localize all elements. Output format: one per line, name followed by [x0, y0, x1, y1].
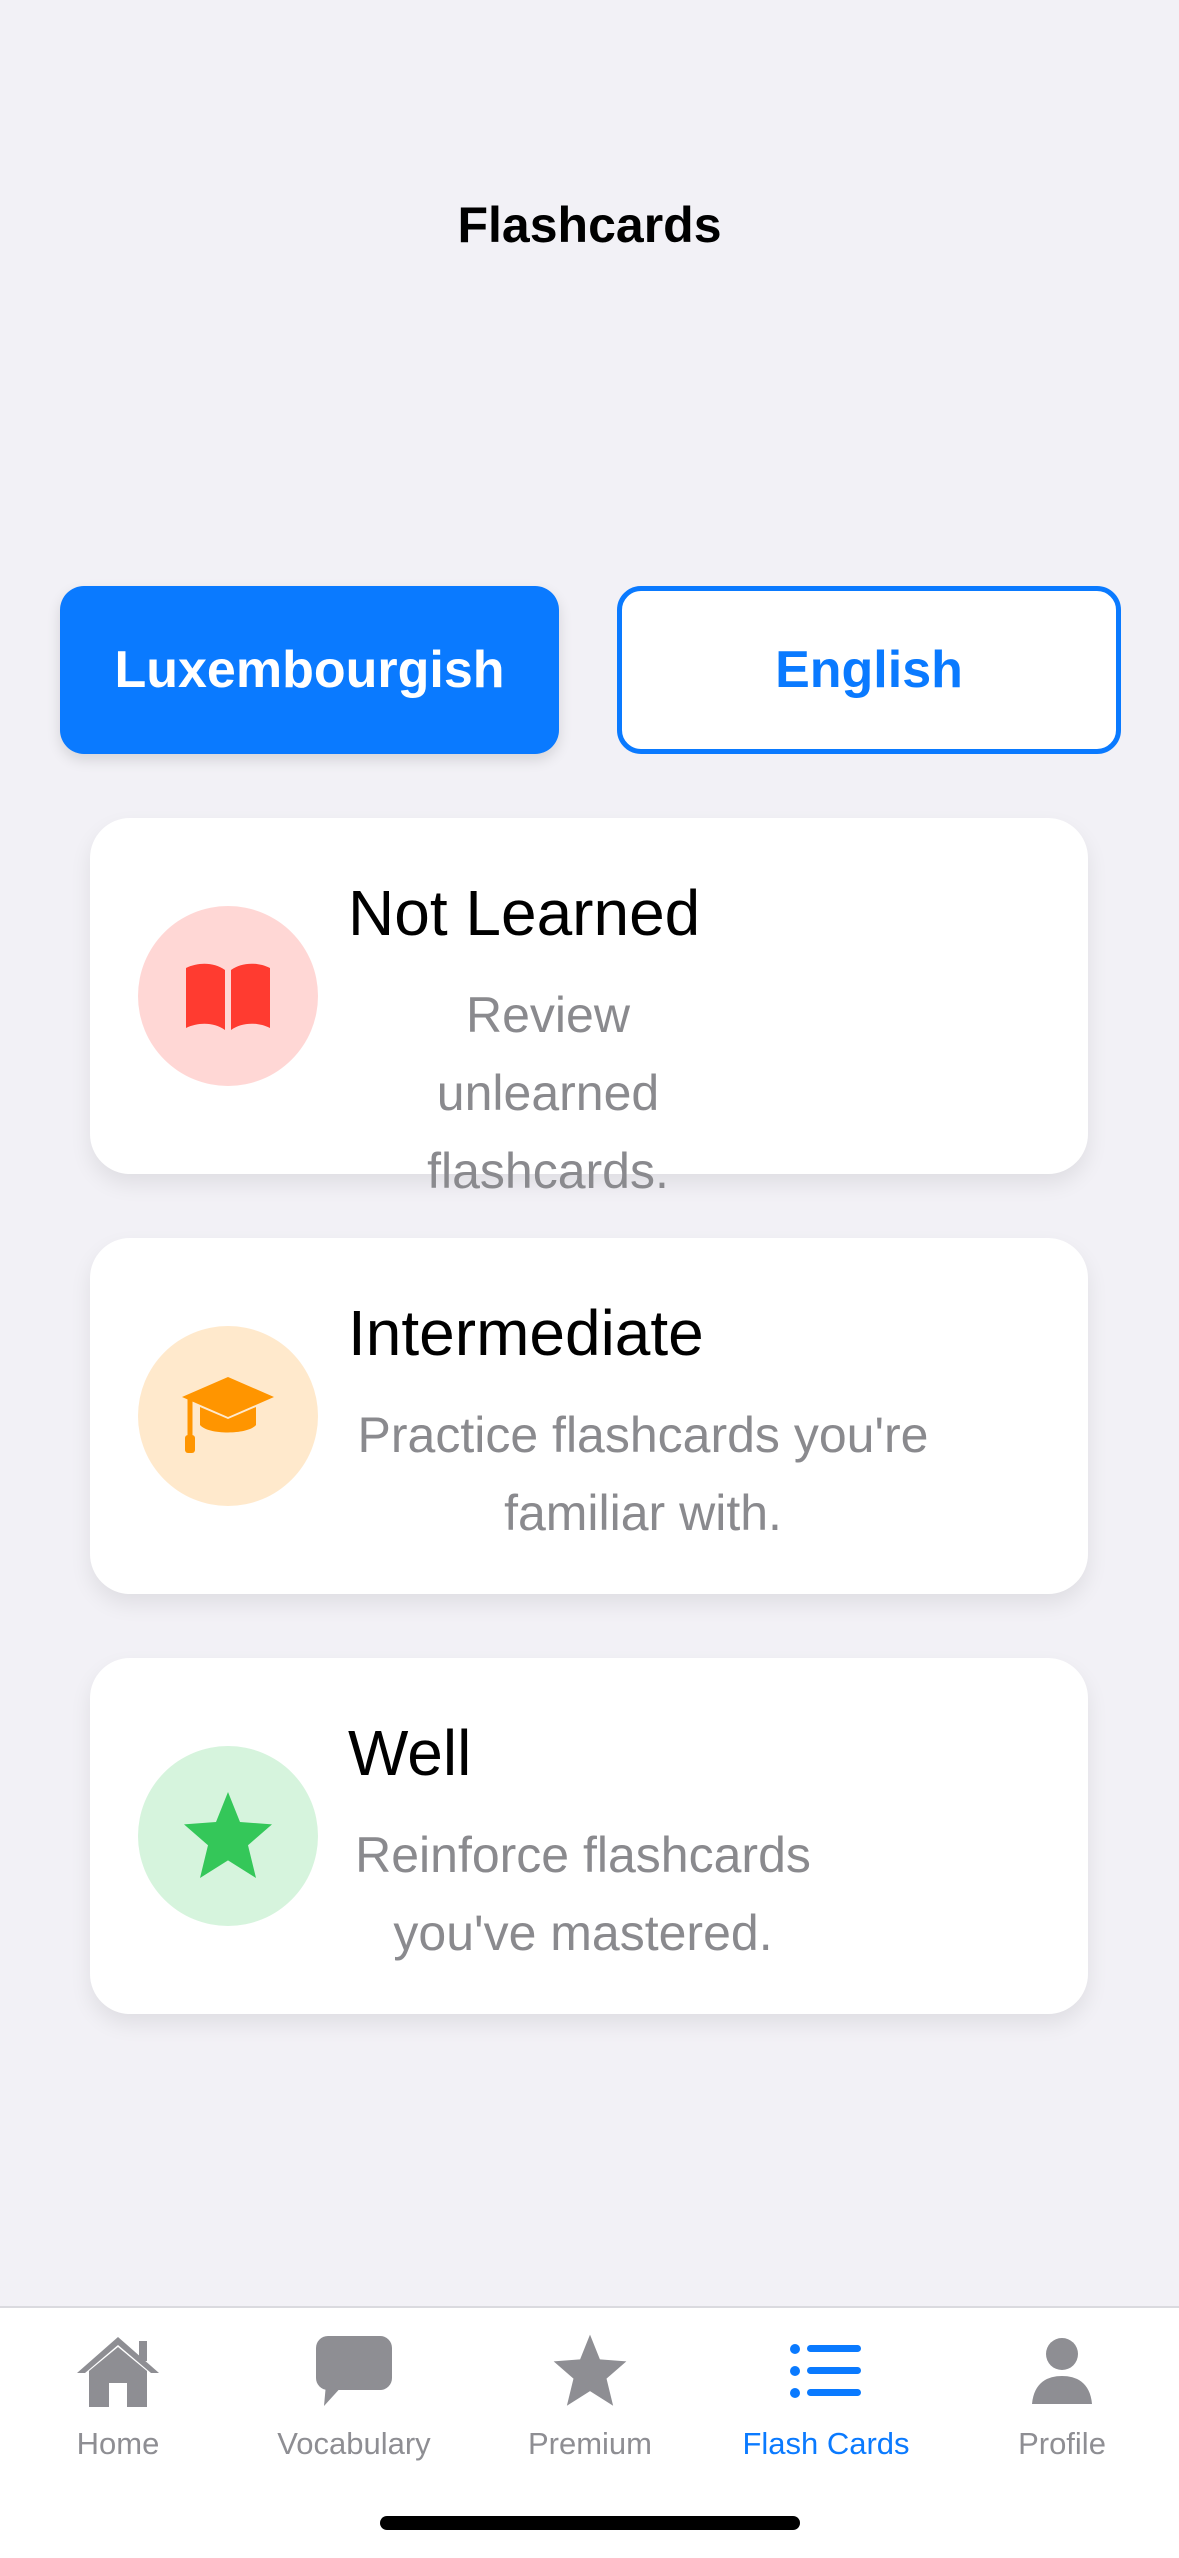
intermediate-card[interactable]: Intermediate Practice flashcards you're …: [90, 1238, 1088, 1594]
page-title: Flashcards: [457, 197, 722, 253]
tab-profile[interactable]: Profile: [944, 2308, 1179, 2478]
card-description: Reinforce flashcards you've mastered.: [355, 1827, 811, 1961]
tab-label: Vocabulary: [277, 2426, 431, 2461]
home-indicator: [380, 2516, 800, 2530]
tab-label: Flash Cards: [742, 2426, 910, 2461]
well-card[interactable]: Well Reinforce flashcards you've mastere…: [90, 1658, 1088, 2014]
person-icon: [1017, 2326, 1107, 2416]
card-title: Well: [348, 1717, 472, 1789]
tab-flash-cards[interactable]: Flash Cards: [708, 2308, 944, 2478]
graduation-cap-icon: [138, 1326, 318, 1506]
tab-vocabulary[interactable]: Vocabulary: [236, 2308, 472, 2478]
luxembourgish-button[interactable]: Luxembourgish: [60, 586, 559, 754]
card-title: Intermediate: [348, 1297, 704, 1369]
star-icon: [545, 2326, 635, 2416]
card-description: Review unlearned flashcards.: [427, 987, 669, 1199]
card-title: Not Learned: [348, 877, 701, 949]
card-description: Practice flashcards you're familiar with…: [357, 1407, 929, 1541]
speech-bubble-icon: [309, 2326, 399, 2416]
book-icon: [138, 906, 318, 1086]
star-icon: [138, 1746, 318, 1926]
tab-premium[interactable]: Premium: [472, 2308, 708, 2478]
tab-label: Profile: [1018, 2426, 1106, 2461]
english-button[interactable]: English: [617, 586, 1121, 754]
tab-home[interactable]: Home: [0, 2308, 236, 2478]
list-icon: [781, 2326, 871, 2416]
not-learned-card[interactable]: Not Learned Review unlearned flashcards.: [90, 818, 1088, 1199]
house-icon: [73, 2326, 163, 2416]
tab-label: Premium: [527, 2426, 652, 2461]
tab-label: Home: [76, 2426, 160, 2461]
